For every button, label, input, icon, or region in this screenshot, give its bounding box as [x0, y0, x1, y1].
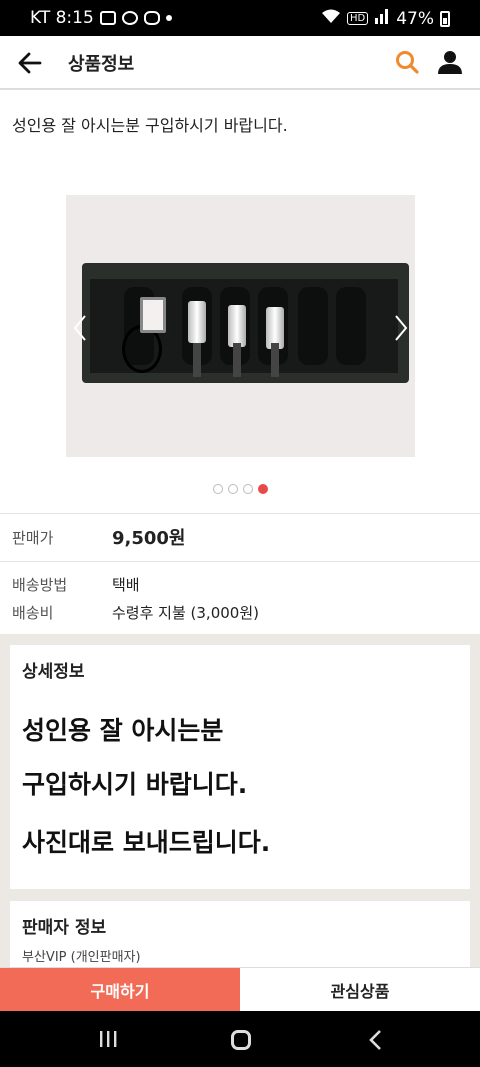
carousel-next-icon[interactable] [391, 313, 411, 343]
gallery-icon [99, 11, 116, 25]
detail-line: 사진대로 보내드립니다. [22, 828, 271, 857]
wishlist-button[interactable]: 관심상품 [240, 968, 480, 1012]
detail-title: 상세정보 [22, 662, 85, 682]
detail-line: 구입하시기 바랍니다. [22, 770, 248, 799]
page-title: 상품정보 [68, 54, 135, 75]
search-icon[interactable] [394, 49, 420, 75]
status-left: KT 8:15 [30, 8, 172, 28]
usb-plug [140, 297, 166, 333]
status-bar: KT 8:15 HD 47% [0, 0, 480, 36]
signal-icon [374, 8, 390, 29]
cartridge-tip [193, 343, 201, 377]
price-label: 판매가 [12, 529, 54, 547]
carousel-dot[interactable] [227, 484, 238, 494]
recents-icon[interactable] [98, 1030, 118, 1048]
intro-text: 성인용 잘 아시는분 구입하시기 바랍니다. [12, 116, 288, 135]
status-right: HD 47% [321, 8, 450, 29]
cartridge-tip [233, 343, 241, 377]
cartridge [228, 305, 246, 347]
buy-button[interactable]: 구매하기 [0, 968, 240, 1012]
carousel-dot[interactable] [212, 484, 223, 494]
carousel-prev-icon[interactable] [70, 313, 90, 343]
carousel-dots [0, 484, 480, 494]
talk-icon [121, 11, 138, 25]
notification-dot-icon [165, 15, 172, 21]
nav-back-icon[interactable] [368, 1029, 382, 1051]
product-image-carousel[interactable] [66, 195, 415, 457]
foam-slot [298, 287, 328, 365]
carousel-dot-active[interactable] [257, 484, 268, 494]
home-icon[interactable] [231, 1030, 251, 1050]
seller-name[interactable]: 부산VIP (개인판매자) [22, 946, 141, 965]
detail-card: 상세정보 성인용 잘 아시는분 구입하시기 바랍니다. 사진대로 보내드립니다. [10, 645, 470, 889]
shipping-method-value: 택배 [112, 576, 140, 594]
divider [0, 513, 480, 514]
bottom-action-bar: 구매하기 관심상품 [0, 967, 480, 1012]
detail-line: 성인용 잘 아시는분 [22, 716, 224, 745]
hd-icon: HD [346, 12, 369, 25]
shipping-method-label: 배송방법 [12, 576, 68, 594]
seller-card: 판매자 정보 부산VIP (개인판매자) [10, 901, 470, 967]
carrier-time: KT 8:15 [30, 8, 94, 28]
carousel-dot[interactable] [242, 484, 253, 494]
system-nav-bar [0, 1011, 480, 1067]
battery-percent: 47% [396, 8, 434, 29]
user-icon[interactable] [436, 48, 464, 76]
seller-title: 판매자 정보 [22, 918, 107, 938]
cartridge [188, 301, 206, 343]
divider [0, 561, 480, 562]
shipping-fee-value: 수령후 지불 (3,000원) [112, 604, 259, 622]
price-value: 9,500원 [112, 528, 186, 549]
foam-slot [336, 287, 366, 365]
shipping-fee-label: 배송비 [12, 604, 54, 622]
app-header: 상품정보 [0, 36, 480, 90]
back-arrow-icon[interactable] [16, 49, 44, 77]
cartridge-tip [271, 343, 279, 377]
cat-icon [143, 11, 160, 25]
battery-icon [440, 10, 450, 27]
wifi-icon [321, 8, 341, 29]
